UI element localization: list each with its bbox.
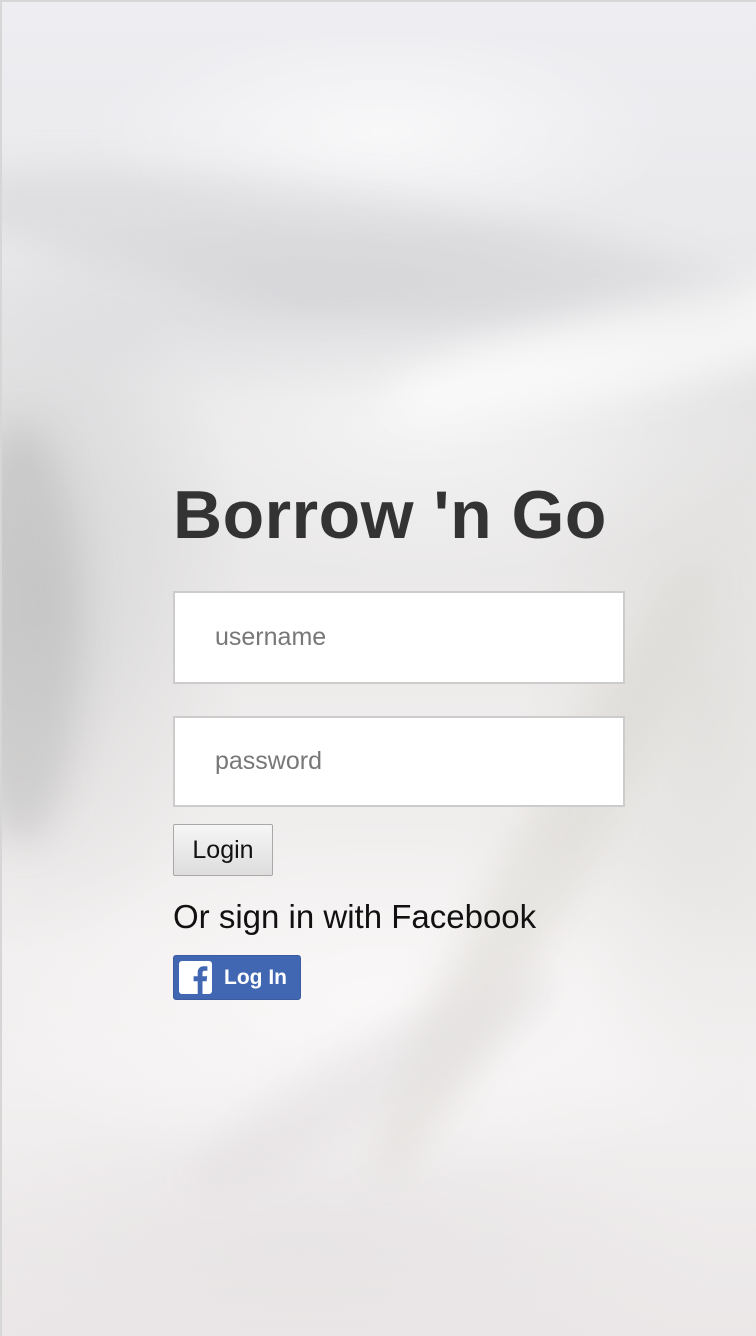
password-input[interactable] — [173, 716, 625, 807]
app-title: Borrow 'n Go — [173, 477, 607, 553]
login-form: Borrow 'n Go Login Or sign in with Faceb… — [173, 470, 625, 1000]
facebook-f-icon — [179, 961, 212, 994]
facebook-login-button[interactable]: Log In — [173, 955, 301, 1000]
fabric-fold — [2, 422, 82, 842]
facebook-login-label: Log In — [224, 965, 287, 989]
fabric-fold — [2, 135, 756, 369]
facebook-prompt: Or sign in with Facebook — [173, 898, 537, 935]
fabric-fold — [378, 248, 756, 446]
username-input[interactable] — [173, 591, 625, 684]
login-button[interactable]: Login — [173, 824, 273, 876]
